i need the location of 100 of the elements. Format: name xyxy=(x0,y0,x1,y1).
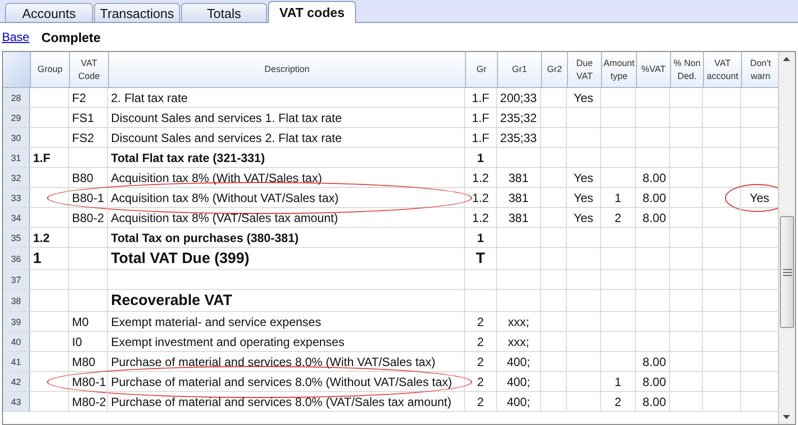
table-cell: Total VAT Due (399) xyxy=(111,250,250,267)
table-cell: Discount Sales and services 1. Flat tax rate xyxy=(111,110,342,124)
column-header[interactable]: % Non Ded. xyxy=(671,52,704,87)
scroll-thumb[interactable] xyxy=(780,216,794,328)
row-number: 31 xyxy=(3,148,30,167)
column-header[interactable]: Description xyxy=(109,52,466,87)
tab[interactable]: VAT codes xyxy=(268,1,356,23)
table-cell: Yes xyxy=(574,170,594,184)
column-header[interactable]: Due VAT xyxy=(568,52,602,87)
column-header[interactable]: Amount type xyxy=(602,52,637,87)
table-cell: 1.F xyxy=(472,110,490,124)
table-cell: Exempt investment and operating expenses xyxy=(111,334,344,348)
row-number: 37 xyxy=(3,270,30,289)
column-header[interactable]: %VAT xyxy=(637,52,671,87)
tab[interactable]: Transactions xyxy=(94,3,180,22)
table-cell: 381 xyxy=(508,170,529,184)
table-cell: 235;33 xyxy=(500,130,537,144)
table-cell: Total Flat tax rate (321-331) xyxy=(111,150,265,164)
table-cell: 1.2 xyxy=(472,170,489,184)
table-cell: 400; xyxy=(506,374,530,388)
vertical-scrollbar[interactable] xyxy=(778,52,795,424)
column-header[interactable]: Group xyxy=(31,52,70,87)
table-cell: Discount Sales and services 2. Flat tax rate xyxy=(111,130,342,144)
table-cell: Purchase of material and services 8.0% (With VAT/Sales tax) xyxy=(111,354,436,368)
table-cell: 1.F xyxy=(472,130,490,144)
row-number: 32 xyxy=(3,168,30,187)
table-cell: 2 xyxy=(477,394,484,408)
table-cell: Yes xyxy=(574,210,594,224)
table-cell: 8.00 xyxy=(642,170,666,184)
table-cell: 400; xyxy=(506,394,530,408)
table-cell: 8.00 xyxy=(642,190,666,204)
table-cell: 1 xyxy=(477,230,484,244)
table-cell: 1 xyxy=(477,150,484,164)
tab[interactable]: Totals xyxy=(181,3,267,22)
table-cell: Total Tax on purchases (380-381) xyxy=(111,230,299,244)
tab[interactable]: Accounts xyxy=(5,3,93,22)
table-cell: 1.F xyxy=(33,150,50,164)
column-header[interactable]: Gr xyxy=(466,52,498,87)
table-cell: Acquisition tax 8% (VAT/Sales tax amount) xyxy=(111,210,338,224)
column-header[interactable]: VAT Code xyxy=(70,52,109,87)
table-cell: 2 xyxy=(614,394,622,408)
table-cell: Acquisition tax 8% (Without VAT/Sales tax) xyxy=(111,190,339,204)
table-cell: xxx; xyxy=(508,314,530,328)
table-cell: 8.00 xyxy=(642,394,666,408)
table-cell: 8.00 xyxy=(642,374,666,388)
table-cell: I0 xyxy=(72,334,82,348)
row-number: 38 xyxy=(3,290,30,311)
table-cell: 381 xyxy=(508,190,529,204)
table-cell: M80-2 xyxy=(72,394,106,408)
table-cell: 8.00 xyxy=(642,210,666,224)
table-cell: 2 xyxy=(477,314,484,328)
table-cell: Exempt material- and service expenses xyxy=(111,314,322,328)
table-cell: B80-2 xyxy=(72,210,104,224)
table-cell: T xyxy=(476,250,486,267)
table-cell: 2 xyxy=(477,374,484,388)
table-cell: B80 xyxy=(72,170,94,184)
table-cell: 1 xyxy=(614,190,622,204)
table-cell: xxx; xyxy=(508,334,530,348)
table-cell: 1.F xyxy=(472,90,490,104)
table-cell: B80-1 xyxy=(72,190,104,204)
table-cell: 2. Flat tax rate xyxy=(111,90,188,104)
table-cell: FS1 xyxy=(72,110,94,124)
table-cell: M80-1 xyxy=(72,374,106,388)
row-number: 36 xyxy=(3,248,30,269)
column-header[interactable]: VAT account xyxy=(704,52,742,87)
table-cell: 235;32 xyxy=(500,110,537,124)
table-cell: Yes xyxy=(750,190,770,204)
table-cell: 1.2 xyxy=(33,230,50,244)
table-cell: Purchase of material and services 8.0% (Without VAT/Sales tax) xyxy=(111,374,452,388)
row-number: 35 xyxy=(3,228,30,247)
row-number: 29 xyxy=(3,108,30,127)
table-cell: 1.2 xyxy=(472,190,489,204)
table-cell: Recoverable VAT xyxy=(111,292,232,309)
table-cell: FS2 xyxy=(72,130,94,144)
view-link[interactable]: Base xyxy=(2,30,30,44)
table-cell: Acquisition tax 8% (With VAT/Sales tax) xyxy=(111,170,322,184)
column-header[interactable]: Gr2 xyxy=(542,52,568,87)
row-number: 39 xyxy=(3,312,30,331)
table-cell: 1.2 xyxy=(472,210,489,224)
table-cell: 381 xyxy=(508,210,529,224)
table-cell: Yes xyxy=(574,190,594,204)
row-number: 33 xyxy=(3,188,30,207)
table-cell: F2 xyxy=(72,90,86,104)
view-link[interactable]: Complete xyxy=(41,30,101,44)
column-header[interactable]: Gr1 xyxy=(498,52,542,87)
grip-icon xyxy=(782,268,792,276)
row-number: 41 xyxy=(3,352,30,371)
row-number: 40 xyxy=(3,332,30,351)
table-cell: Purchase of material and services 8.0% (VAT/Sales tax amount) xyxy=(111,394,452,408)
table-cell: 1 xyxy=(614,374,622,388)
row-number: 43 xyxy=(3,392,30,411)
table-cell: 200;33 xyxy=(500,90,537,104)
table-cell: Yes xyxy=(574,90,594,104)
row-number: 30 xyxy=(3,128,30,147)
table-cell: 2 xyxy=(477,354,484,368)
table-cell: 2 xyxy=(477,334,484,348)
table-cell: 1 xyxy=(33,250,42,267)
table-cell: 400; xyxy=(506,354,530,368)
table-cell: M0 xyxy=(72,314,89,328)
row-number: 42 xyxy=(3,372,30,391)
